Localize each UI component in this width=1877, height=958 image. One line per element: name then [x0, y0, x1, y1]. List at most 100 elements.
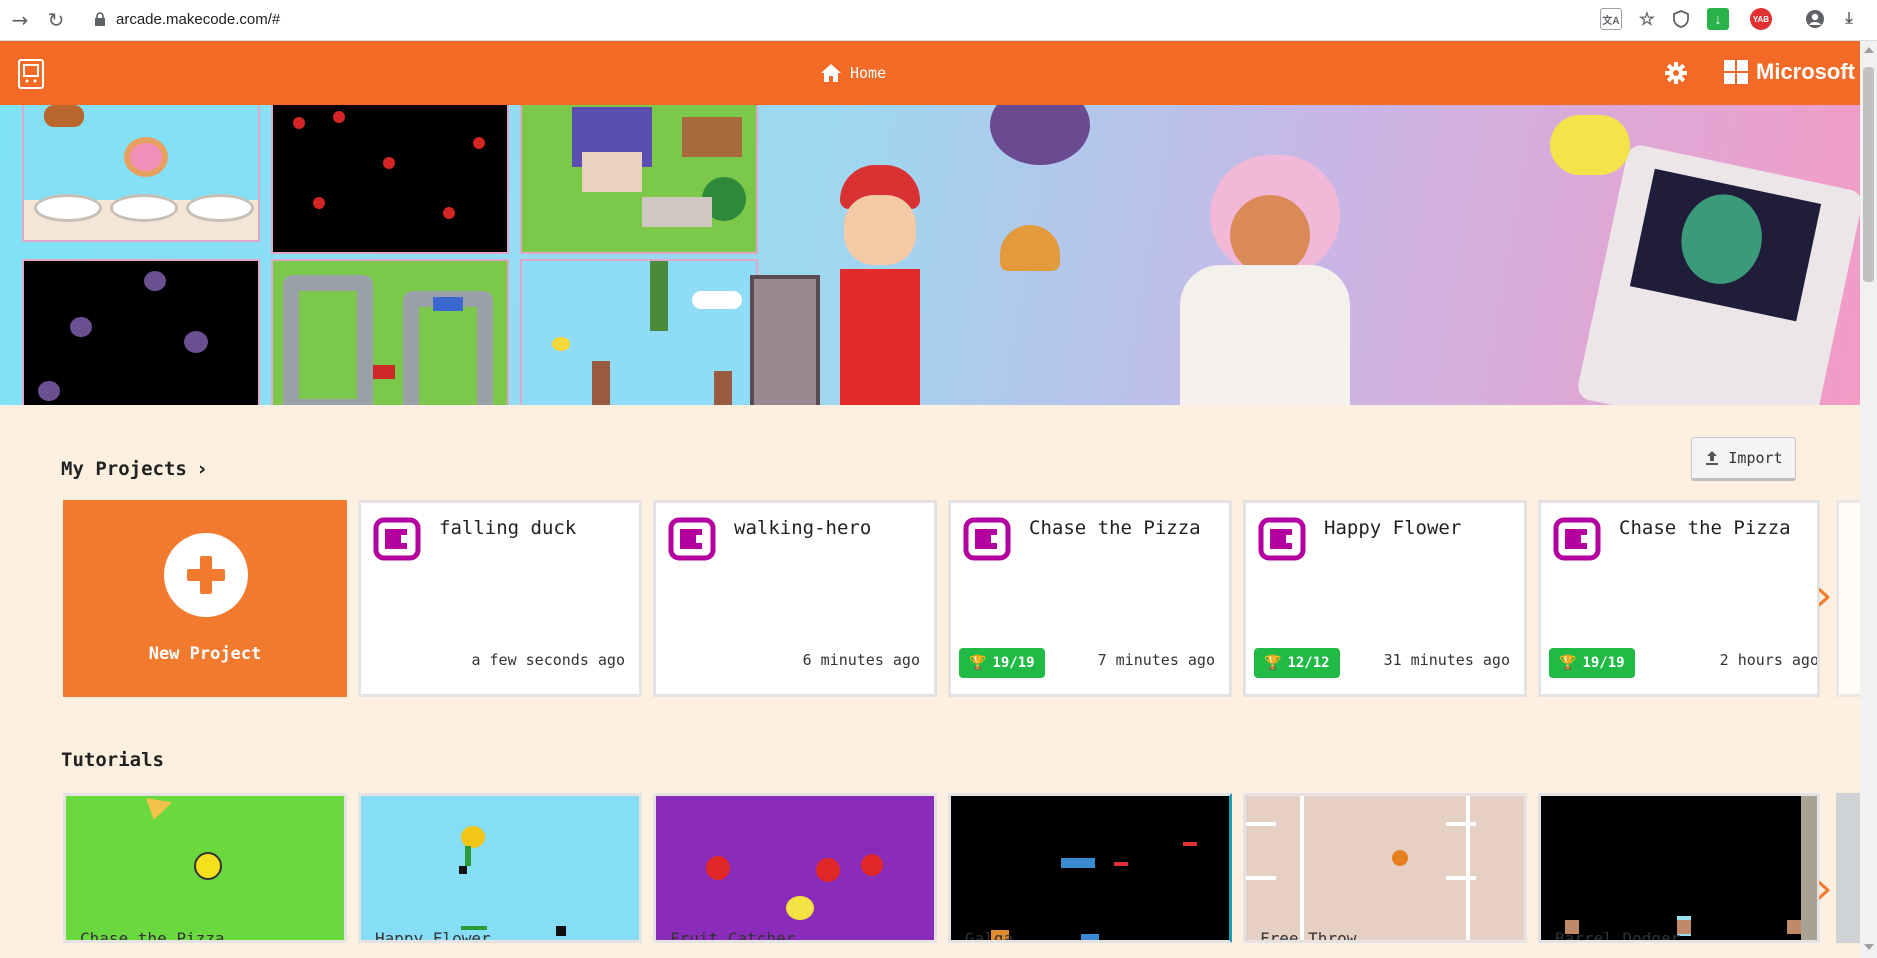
scroll-thumb[interactable] — [1863, 67, 1874, 282]
scroll-down-icon[interactable] — [1864, 944, 1874, 950]
hero-bird — [1550, 115, 1630, 175]
hero-tile-village — [520, 105, 758, 254]
download-ext-icon[interactable]: ↓ — [1707, 8, 1729, 30]
translate-icon[interactable]: 文A — [1600, 8, 1622, 30]
project-name: Happy Flower — [1324, 517, 1462, 539]
project-icon — [373, 517, 421, 561]
strawberry-sprite — [861, 854, 883, 876]
address-bar[interactable]: arcade.makecode.com/# — [86, 4, 1586, 36]
carousel-next-icon[interactable]: › — [1815, 867, 1833, 911]
trophy-icon: 🏆 — [1264, 655, 1282, 671]
hero-tile-food — [22, 105, 260, 242]
tutorial-card[interactable]: Free Throw — [1243, 793, 1527, 943]
new-project-card[interactable]: New Project — [63, 500, 347, 697]
ext-badge[interactable]: YAB — [1750, 8, 1772, 30]
plus-icon — [164, 533, 248, 617]
spaceship-sprite — [1061, 858, 1095, 868]
gear-icon[interactable] — [1664, 61, 1688, 85]
my-projects-title-text: My Projects — [61, 458, 187, 480]
score-badge-text: 19/19 — [1582, 655, 1625, 671]
project-name: walking-hero — [734, 517, 872, 539]
project-card[interactable]: Happy Flower 🏆 12/12 31 minutes ago — [1243, 500, 1527, 697]
upload-icon — [1706, 451, 1719, 465]
home-link[interactable]: Home — [820, 63, 886, 83]
score-badge-text: 19/19 — [992, 655, 1035, 671]
tutorial-name: Barrel Dodger — [1555, 929, 1681, 943]
trophy-icon: 🏆 — [969, 655, 987, 671]
scroll-up-icon[interactable] — [1864, 47, 1874, 53]
project-card[interactable]: walking-hero 6 minutes ago — [653, 500, 937, 697]
hero-console — [1575, 142, 1860, 405]
tutorial-card-partial[interactable] — [1836, 793, 1860, 943]
home-icon — [821, 64, 841, 82]
trophy-icon: 🏆 — [1559, 655, 1577, 671]
shield-icon[interactable] — [1670, 8, 1692, 30]
hero-banner[interactable] — [0, 105, 1860, 405]
arcade-logo-icon[interactable] — [18, 59, 44, 89]
hero-asteroid — [990, 105, 1090, 165]
court-lines — [1300, 796, 1470, 940]
project-card[interactable]: Chase the Pizza 🏆 19/19 2 hours ago — [1538, 500, 1820, 697]
project-time: 6 minutes ago — [802, 651, 920, 669]
tutorial-card[interactable]: Chase the Pizza — [63, 793, 347, 943]
tutorial-card[interactable]: Barrel Dodger — [1538, 793, 1820, 943]
tutorial-card[interactable]: Happy Flower — [358, 793, 642, 943]
new-project-label: New Project — [148, 644, 262, 664]
project-card[interactable]: Chase the Pizza 🏆 19/19 7 minutes ago — [948, 500, 1232, 697]
browser-toolbar: → ↻ arcade.makecode.com/# 文A ☆ ↓ YAB ⤓ — [0, 0, 1877, 41]
url-text: arcade.makecode.com/# — [116, 11, 281, 28]
hero-tile-duck — [520, 259, 758, 405]
project-time: a few seconds ago — [471, 651, 625, 669]
strawberry-sprite — [706, 856, 730, 880]
project-name: Chase the Pizza — [1029, 517, 1201, 539]
tutorial-name: Free Throw — [1260, 929, 1357, 943]
app-header: Home Microsoft — [0, 41, 1860, 105]
project-icon — [668, 517, 716, 561]
score-badge: 🏆 12/12 — [1254, 648, 1340, 678]
profile-icon[interactable] — [1804, 8, 1826, 30]
pizza-sprite — [146, 798, 172, 820]
tutorial-name: Happy Flower — [375, 929, 491, 943]
hero-tile-racetrack — [271, 259, 509, 405]
forward-icon[interactable]: → — [6, 6, 34, 34]
project-name: Chase the Pizza — [1619, 517, 1791, 539]
download-icon[interactable]: ⤓ — [1838, 8, 1860, 30]
tutorial-card[interactable]: Fruit Catcher — [653, 793, 937, 943]
hero-tile-asteroids — [22, 259, 260, 405]
project-card-partial[interactable] — [1836, 500, 1860, 697]
tutorial-name: Galga — [965, 929, 1014, 943]
import-label: Import — [1728, 449, 1783, 467]
page-scrollbar[interactable] — [1860, 41, 1877, 958]
lemon-sprite — [786, 896, 814, 920]
microsoft-logo[interactable]: Microsoft — [1724, 59, 1855, 85]
reload-icon[interactable]: ↻ — [42, 6, 70, 34]
strawberry-sprite — [816, 858, 840, 882]
hero-tile-cherries — [271, 105, 509, 254]
tutorial-name: Fruit Catcher — [670, 929, 796, 943]
my-projects-title[interactable]: My Projects › — [61, 458, 206, 480]
project-icon — [963, 517, 1011, 561]
score-badge: 🏆 19/19 — [959, 648, 1045, 678]
microsoft-grid-icon — [1724, 60, 1748, 84]
project-card[interactable]: falling duck a few seconds ago — [358, 500, 642, 697]
brand-text: Microsoft — [1756, 59, 1855, 84]
project-time: 7 minutes ago — [1097, 651, 1215, 669]
hero-character-girl — [1180, 155, 1360, 405]
carousel-next-icon[interactable]: › — [1815, 574, 1833, 618]
ball-sprite — [1392, 850, 1408, 866]
hero-character-warrior — [750, 165, 960, 405]
smiley-sprite — [194, 852, 222, 880]
tutorials-title: Tutorials — [61, 749, 164, 771]
project-icon — [1553, 517, 1601, 561]
tutorial-name: Chase the Pizza — [80, 929, 225, 943]
chevron-right-icon: › — [198, 458, 207, 480]
project-icon — [1258, 517, 1306, 561]
star-icon[interactable]: ☆ — [1636, 8, 1658, 30]
flower-sprite — [461, 826, 485, 848]
tutorial-card[interactable]: Galga — [948, 793, 1232, 943]
import-button[interactable]: Import — [1691, 437, 1796, 481]
home-label: Home — [850, 64, 887, 82]
project-name: falling duck — [439, 517, 577, 539]
hero-burger — [1000, 225, 1060, 271]
score-badge: 🏆 19/19 — [1549, 648, 1635, 678]
